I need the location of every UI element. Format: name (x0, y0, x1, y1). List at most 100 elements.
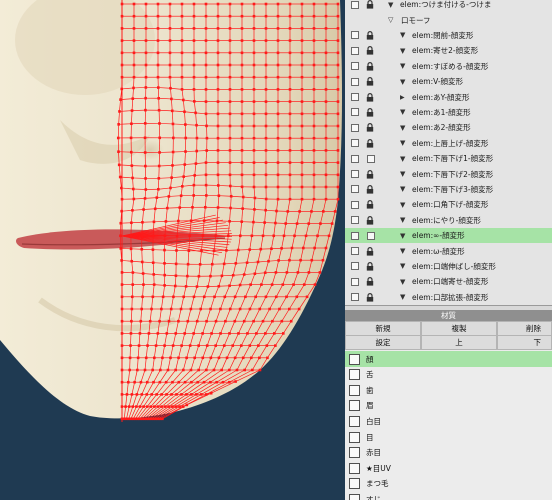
layer-visibility-checkbox[interactable] (351, 170, 359, 179)
layer-visibility-checkbox[interactable] (351, 200, 359, 209)
material-checkbox[interactable] (349, 400, 360, 412)
material-row[interactable]: 舌 (345, 367, 552, 383)
lock-icon[interactable] (366, 46, 374, 55)
collapse-down-icon[interactable]: ▼ (400, 278, 405, 286)
lock-icon[interactable] (366, 292, 374, 302)
collapse-down-icon[interactable]: ▽ (388, 16, 393, 24)
layer-visibility-checkbox[interactable] (351, 293, 359, 302)
material-row[interactable]: 目 (345, 429, 552, 445)
lock-checkbox[interactable] (367, 154, 375, 163)
layer-row[interactable]: ▼ elem:下唇下げ3-顔変形 (345, 182, 552, 197)
layer-row[interactable]: ▼ elem:閉前-顔変形 (345, 28, 552, 43)
collapse-down-icon[interactable]: ▼ (400, 232, 405, 240)
material-row[interactable]: 顔 (345, 351, 552, 367)
layer-row[interactable]: ▼ elem:下唇下げ1-顔変形 (345, 151, 552, 166)
layer-visibility-checkbox[interactable] (351, 247, 359, 256)
collapse-down-icon[interactable]: ▼ (400, 31, 405, 39)
layer-row[interactable]: ▼ elem:すぼめる-顔変形 (345, 59, 552, 74)
lock-icon[interactable] (366, 0, 374, 9)
layer-row[interactable]: ▼ elem:V-顔変形 (345, 74, 552, 89)
layer-row[interactable]: ▼ elem:あ1-顔変形 (345, 105, 552, 120)
lock-icon[interactable] (366, 31, 374, 40)
material-new-button[interactable]: 新規 (345, 321, 421, 336)
layer-visibility-checkbox[interactable] (351, 77, 359, 86)
layer-row[interactable]: ▼ elem:つけま付ける-つけま (345, 0, 552, 12)
material-row[interactable]: 眉 (345, 398, 552, 414)
collapse-down-icon[interactable]: ▼ (400, 201, 405, 209)
layer-row[interactable]: ▼ elem:下唇下げ2-顔変形 (345, 166, 552, 181)
lock-icon[interactable] (366, 262, 374, 271)
material-checkbox[interactable] (349, 447, 360, 459)
layer-visibility-checkbox[interactable] (351, 277, 359, 286)
collapse-down-icon[interactable]: ▼ (400, 124, 405, 132)
lock-icon[interactable] (366, 185, 374, 194)
layer-list[interactable]: ▼ elem:つけま付ける-つけま ▽ 口モーフ ▼ elem:閉前-顔変形 ▼ elem:寄… (345, 0, 552, 306)
collapse-down-icon[interactable]: ▼ (388, 1, 393, 9)
layer-visibility-checkbox[interactable] (351, 231, 359, 240)
collapse-down-icon[interactable]: ▼ (400, 216, 405, 224)
layer-visibility-checkbox[interactable] (351, 139, 359, 148)
material-up-button[interactable]: 上 (421, 335, 497, 350)
lock-icon[interactable] (366, 138, 374, 148)
lock-icon[interactable] (366, 92, 374, 102)
layer-row[interactable]: ▼ elem:∞-顔変形 (345, 228, 552, 244)
layer-row[interactable]: ▶ elem:あY-顔変形 (345, 89, 552, 104)
layer-folder-row[interactable]: ▽ 口モーフ (345, 12, 552, 27)
lock-icon[interactable] (366, 77, 374, 86)
layer-visibility-checkbox[interactable] (351, 31, 359, 40)
layer-row[interactable]: ▼ elem:寄せ2-顔変形 (345, 43, 552, 58)
layer-row[interactable]: ▼ elem:口部拡張-顔変形 (345, 290, 552, 305)
layer-visibility-checkbox[interactable] (351, 46, 359, 55)
lock-icon[interactable] (366, 200, 374, 209)
layer-visibility-checkbox[interactable] (351, 93, 359, 102)
layer-row[interactable]: ▼ elem:口端伸ばし-顔変形 (345, 259, 552, 274)
material-checkbox[interactable] (349, 478, 360, 490)
layer-visibility-checkbox[interactable] (351, 62, 359, 71)
lock-icon[interactable] (366, 246, 374, 256)
layer-row[interactable]: ▼ elem:あ2-顔変形 (345, 120, 552, 135)
material-checkbox[interactable] (349, 415, 360, 427)
layer-visibility-checkbox[interactable] (351, 185, 359, 194)
material-row[interactable]: まつ毛 (345, 476, 552, 492)
layer-visibility-checkbox[interactable] (351, 0, 359, 9)
lock-icon[interactable] (366, 215, 374, 225)
layer-visibility-checkbox[interactable] (351, 216, 359, 225)
material-delete-button[interactable]: 削除 (497, 321, 552, 336)
lock-icon[interactable] (366, 108, 374, 117)
collapse-down-icon[interactable]: ▼ (400, 108, 405, 116)
material-row[interactable]: 赤目 (345, 445, 552, 461)
material-row[interactable]: ★目UV (345, 460, 552, 476)
collapse-down-icon[interactable]: ▼ (400, 47, 405, 55)
layer-visibility-checkbox[interactable] (351, 108, 359, 117)
collapse-down-icon[interactable]: ▼ (400, 155, 405, 163)
lock-icon[interactable] (366, 277, 374, 286)
collapse-down-icon[interactable]: ▼ (400, 170, 405, 178)
collapse-down-icon[interactable]: ▼ (400, 262, 405, 270)
material-row[interactable]: 歯 (345, 382, 552, 398)
3d-viewport[interactable] (0, 0, 345, 500)
material-checkbox[interactable] (349, 431, 360, 443)
material-row[interactable]: すじ (345, 491, 552, 500)
layer-visibility-checkbox[interactable] (351, 262, 359, 271)
lock-icon[interactable] (366, 123, 374, 132)
layer-row[interactable]: ▼ elem:上唇上げ-顔変形 (345, 136, 552, 151)
layer-row[interactable]: ▼ elem:ω-顔変形 (345, 243, 552, 258)
layer-row[interactable]: ▼ elem:にやり-顔変形 (345, 213, 552, 228)
layer-row[interactable]: ▼ elem:口角下げ-顔変形 (345, 197, 552, 212)
material-checkbox[interactable] (349, 353, 360, 365)
lock-checkbox[interactable] (367, 231, 375, 240)
layer-visibility-checkbox[interactable] (351, 154, 359, 163)
collapse-down-icon[interactable]: ▼ (400, 247, 405, 255)
expand-right-icon[interactable]: ▶ (400, 94, 405, 101)
collapse-down-icon[interactable]: ▼ (400, 139, 405, 147)
material-settings-button[interactable]: 設定 (345, 335, 421, 350)
layer-row[interactable]: ▼ elem:口端寄せ-顔変形 (345, 274, 552, 289)
lock-icon[interactable] (366, 61, 374, 71)
collapse-down-icon[interactable]: ▼ (400, 78, 405, 86)
collapse-down-icon[interactable]: ▼ (400, 293, 405, 301)
material-row[interactable]: 白目 (345, 413, 552, 429)
material-copy-button[interactable]: 複製 (421, 321, 497, 336)
material-list[interactable]: 顔舌歯眉白目目赤目 ★目UV まつ毛 すじ (345, 350, 552, 500)
material-checkbox[interactable] (349, 384, 360, 396)
collapse-down-icon[interactable]: ▼ (400, 62, 405, 70)
